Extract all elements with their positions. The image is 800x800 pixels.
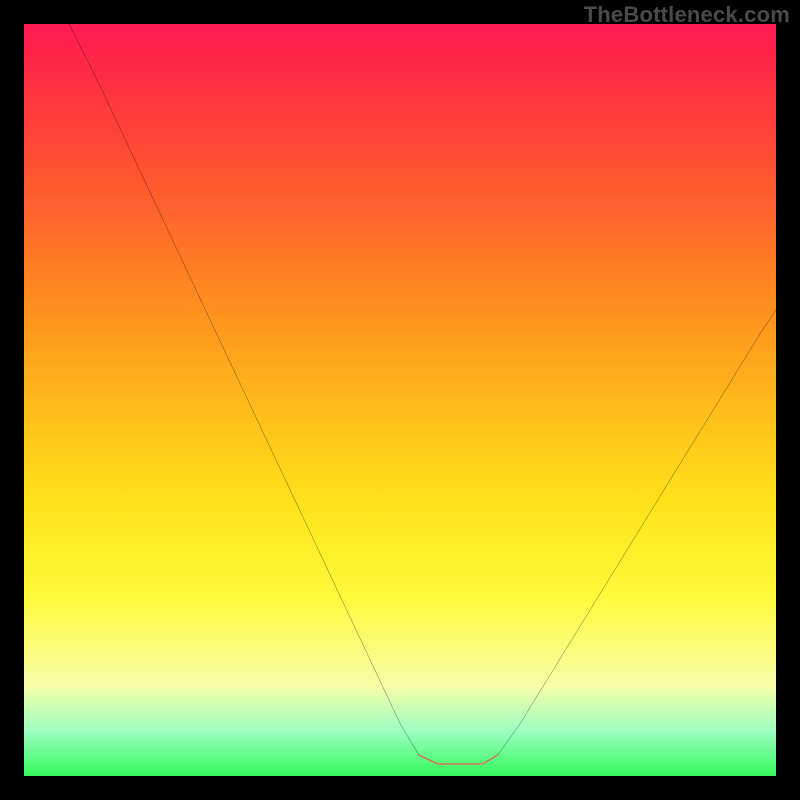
optimal-range-highlight <box>419 755 498 764</box>
bottleneck-curve <box>69 24 776 764</box>
chart-svg <box>24 24 776 776</box>
chart-frame: TheBottleneck.com <box>0 0 800 800</box>
gradient-plot-area <box>24 24 776 776</box>
watermark-text: TheBottleneck.com <box>584 2 790 28</box>
